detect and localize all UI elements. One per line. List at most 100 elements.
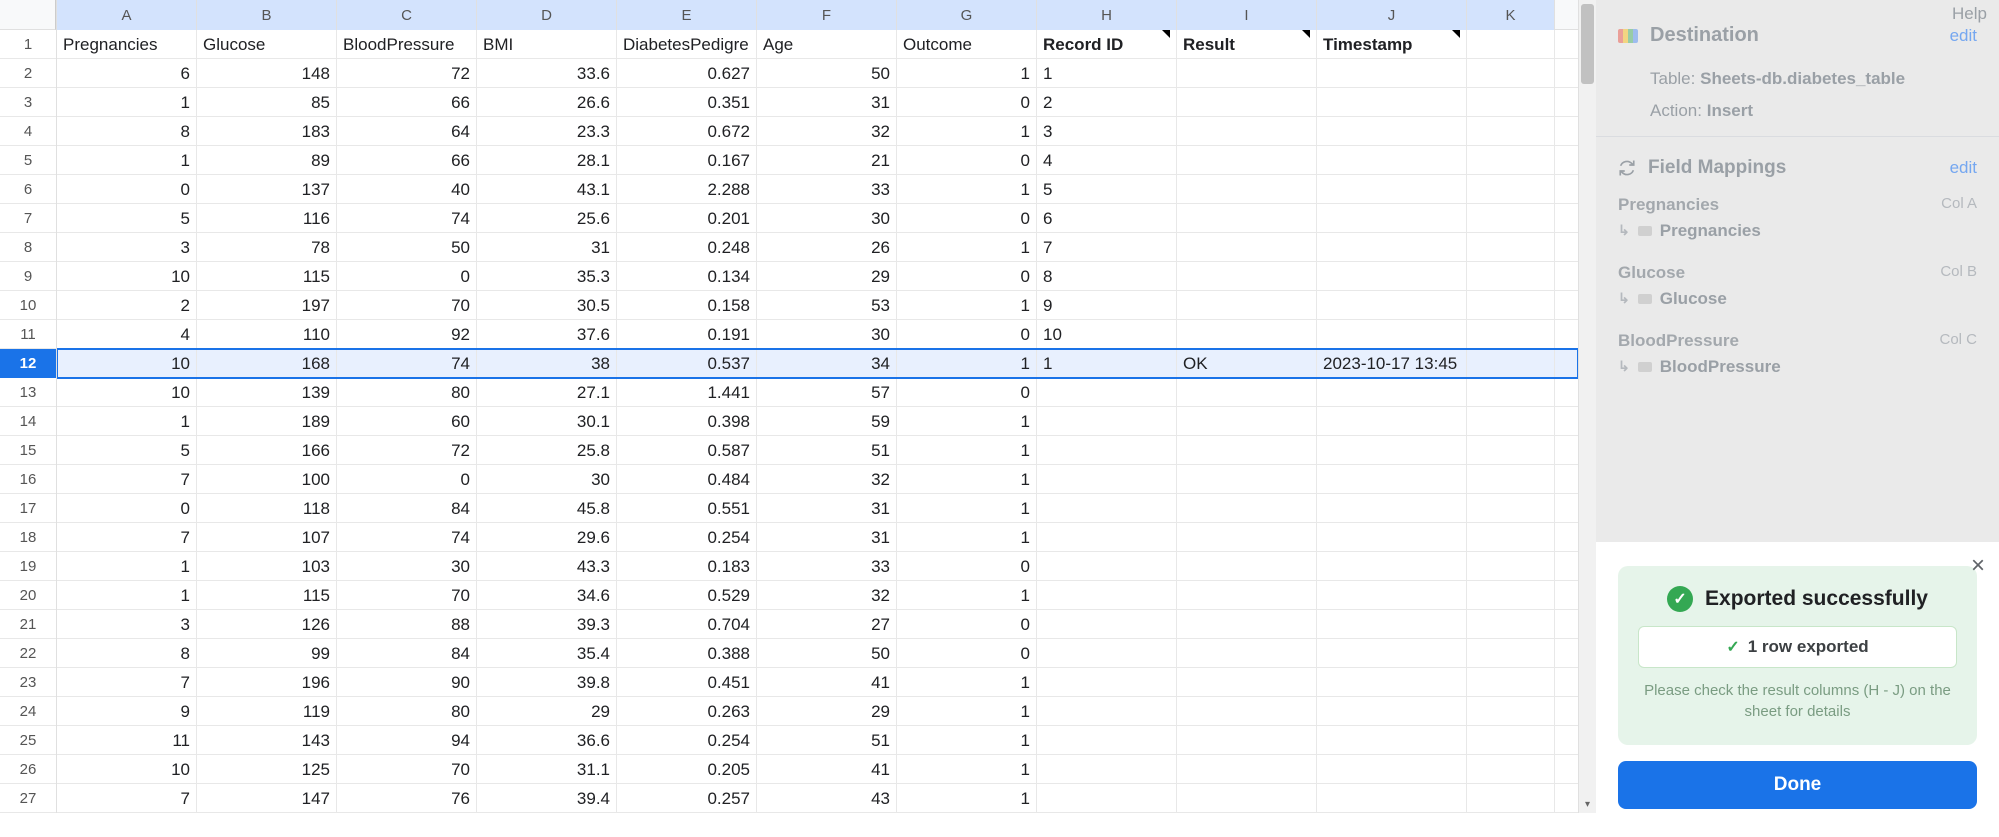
column-header-B[interactable]: B bbox=[197, 0, 337, 30]
cell[interactable]: 0.254 bbox=[617, 523, 757, 552]
cell[interactable]: 0 bbox=[897, 639, 1037, 668]
cell[interactable]: 6 bbox=[1037, 204, 1177, 233]
cell[interactable] bbox=[1467, 784, 1555, 813]
column-header-A[interactable]: A bbox=[57, 0, 197, 30]
cell[interactable]: 0.451 bbox=[617, 668, 757, 697]
cell[interactable] bbox=[1467, 465, 1555, 494]
cell[interactable]: 1 bbox=[1037, 349, 1177, 378]
cell[interactable]: 36.6 bbox=[477, 726, 617, 755]
cell[interactable] bbox=[1177, 117, 1317, 146]
cell[interactable]: 0.627 bbox=[617, 59, 757, 88]
cell[interactable]: 38 bbox=[477, 349, 617, 378]
cell[interactable]: 53 bbox=[757, 291, 897, 320]
cell[interactable] bbox=[1317, 291, 1467, 320]
cell[interactable]: 1 bbox=[897, 697, 1037, 726]
column-header-G[interactable]: G bbox=[897, 0, 1037, 30]
cell[interactable]: 0.537 bbox=[617, 349, 757, 378]
cell[interactable] bbox=[1037, 407, 1177, 436]
cell[interactable] bbox=[1177, 88, 1317, 117]
cell[interactable] bbox=[1467, 262, 1555, 291]
cell[interactable] bbox=[1317, 639, 1467, 668]
column-header-D[interactable]: D bbox=[477, 0, 617, 30]
cell[interactable]: 1 bbox=[897, 117, 1037, 146]
cell[interactable]: 7 bbox=[57, 523, 197, 552]
cell[interactable]: Record ID bbox=[1037, 30, 1177, 59]
cell[interactable]: 103 bbox=[197, 552, 337, 581]
cell[interactable] bbox=[1317, 726, 1467, 755]
cell[interactable] bbox=[1317, 233, 1467, 262]
row-header[interactable]: 4 bbox=[0, 117, 56, 146]
cell[interactable]: 90 bbox=[337, 668, 477, 697]
cell[interactable]: 1 bbox=[897, 407, 1037, 436]
cell[interactable]: 64 bbox=[337, 117, 477, 146]
cell[interactable]: 116 bbox=[197, 204, 337, 233]
cell[interactable]: 51 bbox=[757, 726, 897, 755]
cell[interactable]: 57 bbox=[757, 378, 897, 407]
cell[interactable]: 29 bbox=[757, 697, 897, 726]
cell[interactable]: 51 bbox=[757, 436, 897, 465]
cell[interactable]: 0.672 bbox=[617, 117, 757, 146]
cell[interactable]: 189 bbox=[197, 407, 337, 436]
cell[interactable]: 7 bbox=[57, 784, 197, 813]
cell[interactable]: 84 bbox=[337, 494, 477, 523]
cell[interactable] bbox=[1177, 552, 1317, 581]
cell[interactable] bbox=[1317, 175, 1467, 204]
cell[interactable]: 2 bbox=[1037, 88, 1177, 117]
cell[interactable]: 33 bbox=[757, 552, 897, 581]
cell[interactable] bbox=[1177, 320, 1317, 349]
cell[interactable]: 30 bbox=[757, 320, 897, 349]
column-header-J[interactable]: J bbox=[1317, 0, 1467, 30]
cell[interactable] bbox=[1467, 697, 1555, 726]
cell[interactable]: 8 bbox=[1037, 262, 1177, 291]
cell[interactable] bbox=[1467, 610, 1555, 639]
cell[interactable]: 40 bbox=[337, 175, 477, 204]
cell[interactable]: 66 bbox=[337, 146, 477, 175]
cell[interactable]: 27 bbox=[757, 610, 897, 639]
cell[interactable]: 0.529 bbox=[617, 581, 757, 610]
cell[interactable]: 59 bbox=[757, 407, 897, 436]
cell[interactable]: 125 bbox=[197, 755, 337, 784]
cell[interactable]: 34 bbox=[757, 349, 897, 378]
cell[interactable] bbox=[1317, 610, 1467, 639]
cell[interactable]: 25.8 bbox=[477, 436, 617, 465]
row-header[interactable]: 10 bbox=[0, 291, 56, 320]
cell[interactable] bbox=[1467, 581, 1555, 610]
column-header-H[interactable]: H bbox=[1037, 0, 1177, 30]
cell[interactable]: 0.254 bbox=[617, 726, 757, 755]
cell[interactable] bbox=[1317, 59, 1467, 88]
cell[interactable]: 74 bbox=[337, 523, 477, 552]
cell[interactable]: 28.1 bbox=[477, 146, 617, 175]
cell[interactable] bbox=[1317, 697, 1467, 726]
cell[interactable]: 1 bbox=[897, 291, 1037, 320]
cell[interactable]: 1.441 bbox=[617, 378, 757, 407]
cell[interactable] bbox=[1037, 552, 1177, 581]
cell[interactable] bbox=[1177, 523, 1317, 552]
cell[interactable]: BMI bbox=[477, 30, 617, 59]
column-header-F[interactable]: F bbox=[757, 0, 897, 30]
row-header[interactable]: 19 bbox=[0, 552, 56, 581]
cell[interactable]: 137 bbox=[197, 175, 337, 204]
cell[interactable]: 2 bbox=[57, 291, 197, 320]
row-header[interactable]: 8 bbox=[0, 233, 56, 262]
cell[interactable] bbox=[1317, 668, 1467, 697]
cell[interactable]: 39.4 bbox=[477, 784, 617, 813]
cell[interactable]: 43.1 bbox=[477, 175, 617, 204]
cell[interactable]: 2023-10-17 13:45 bbox=[1317, 349, 1467, 378]
cell[interactable]: 107 bbox=[197, 523, 337, 552]
cell[interactable] bbox=[1467, 668, 1555, 697]
cell[interactable]: 33.6 bbox=[477, 59, 617, 88]
cell[interactable]: 0.134 bbox=[617, 262, 757, 291]
destination-edit-link[interactable]: edit bbox=[1950, 26, 1977, 46]
cell[interactable]: 70 bbox=[337, 755, 477, 784]
cell[interactable] bbox=[1177, 494, 1317, 523]
column-header-E[interactable]: E bbox=[617, 0, 757, 30]
scrollbar-thumb[interactable] bbox=[1581, 4, 1594, 84]
cell[interactable]: 72 bbox=[337, 59, 477, 88]
cell[interactable] bbox=[1317, 88, 1467, 117]
cell[interactable]: 27.1 bbox=[477, 378, 617, 407]
cell[interactable] bbox=[1177, 175, 1317, 204]
cell[interactable]: 0.551 bbox=[617, 494, 757, 523]
cell[interactable]: 1 bbox=[57, 88, 197, 117]
cell[interactable]: 41 bbox=[757, 668, 897, 697]
column-header-K[interactable]: K bbox=[1467, 0, 1555, 30]
